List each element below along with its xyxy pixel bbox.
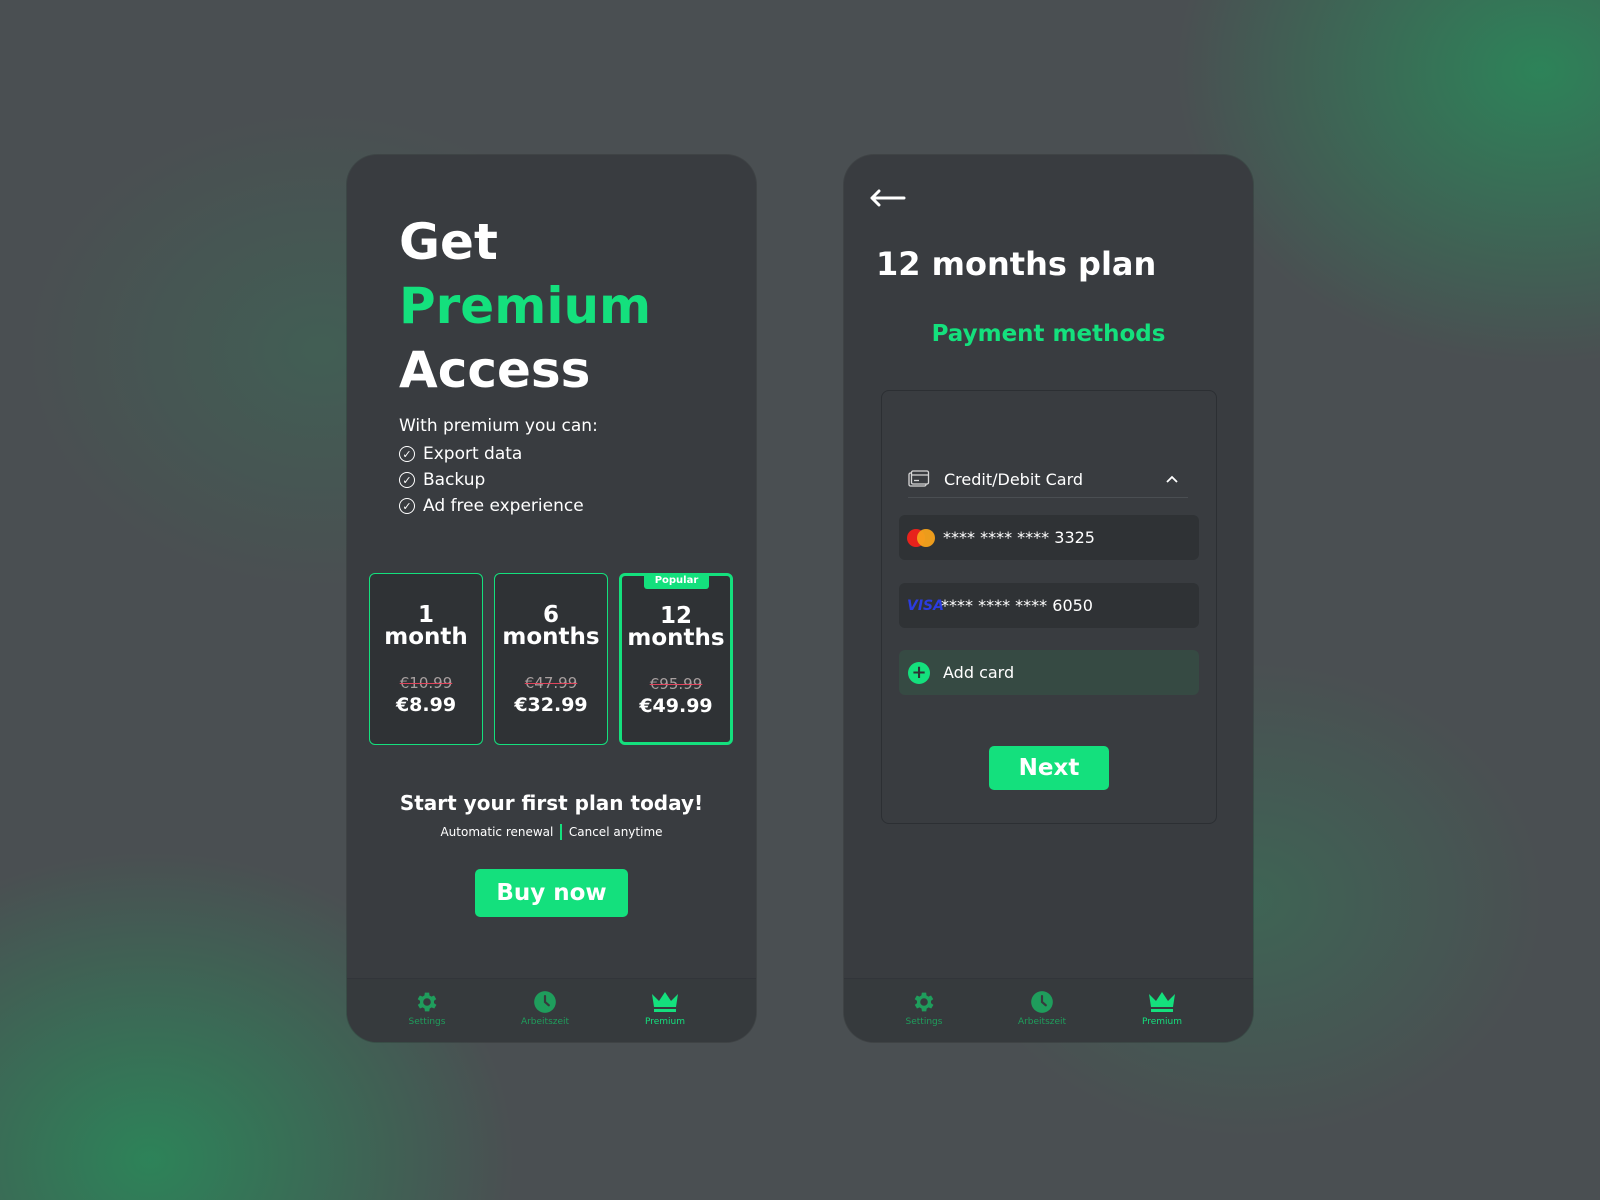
plan-old-price: €95.99 (649, 674, 703, 693)
crown-icon (652, 992, 678, 1012)
plan-duration-unit: months (627, 624, 725, 651)
credit-card-icon (908, 470, 930, 487)
nav-item-premium[interactable]: Premium (1122, 989, 1202, 1027)
hero-title-line-3: Access (399, 341, 591, 399)
check-circle-icon: ✓ (399, 446, 415, 462)
plan-card-6-months[interactable]: 6 months €47.99 €32.99 (494, 573, 608, 745)
plan-duration-number: 1 (417, 602, 434, 628)
page-title: 12 months plan (876, 245, 1157, 283)
mastercard-icon (907, 528, 935, 547)
hero-title-line-2: Premium (399, 277, 652, 335)
payment-screen: 12 months plan Payment methods Credit/De… (844, 155, 1253, 1042)
plan-duration-unit: month (384, 624, 468, 650)
payment-methods-panel: Credit/Debit Card **** **** **** 3325 VI… (881, 390, 1217, 824)
benefit-label: Ad free experience (423, 496, 584, 516)
add-card-button[interactable]: + Add card (899, 650, 1199, 695)
gear-icon (417, 992, 437, 1012)
nav-label: Premium (1141, 1017, 1183, 1027)
benefit-label: Backup (423, 470, 486, 490)
plan-duration: 6 months (495, 602, 607, 650)
add-card-label: Add card (943, 663, 1015, 682)
benefits-intro: With premium you can: (399, 416, 598, 436)
back-arrow-icon[interactable] (868, 188, 906, 208)
plan-card-1-month[interactable]: 1 month €10.99 €8.99 (369, 573, 483, 745)
card-number: **** **** **** 3325 (943, 528, 1095, 547)
nav-item-arbeitszeit[interactable]: Arbeitszeit (505, 989, 585, 1027)
plan-price: €32.99 (514, 694, 588, 716)
plan-old-price: €10.99 (399, 674, 453, 692)
benefit-item: ✓ Backup (399, 470, 485, 490)
plan-price: €49.99 (639, 694, 713, 717)
plan-duration: 12 months (622, 602, 730, 651)
plan-old-price: €47.99 (524, 674, 578, 692)
nav-item-settings[interactable]: Settings (387, 989, 467, 1027)
nav-item-arbeitszeit[interactable]: Arbeitszeit (1002, 989, 1082, 1027)
buy-now-button[interactable]: Buy now (475, 869, 628, 917)
nav-label: Settings (408, 1017, 446, 1027)
plan-duration: 1 month (370, 602, 482, 650)
next-button[interactable]: Next (989, 746, 1109, 790)
payment-methods-title: Payment methods (931, 321, 1166, 347)
divider (908, 497, 1188, 498)
nav-label: Arbeitszeit (520, 1017, 570, 1027)
plus-circle-icon: + (908, 661, 930, 684)
plan-price: €8.99 (395, 694, 457, 716)
note-divider (560, 824, 562, 840)
benefit-item: ✓ Export data (399, 444, 522, 464)
crown-icon (1149, 992, 1175, 1012)
plan-duration-unit: months (502, 624, 600, 650)
nav-label: Settings (905, 1017, 943, 1027)
chevron-up-icon (1166, 472, 1178, 486)
plan-card-12-months[interactable]: Popular 12 months €95.99 €49.99 (619, 573, 733, 745)
premium-screen: Get Premium Access With premium you can:… (347, 155, 756, 1042)
clock-icon (534, 991, 556, 1013)
saved-card-mastercard[interactable]: **** **** **** 3325 (899, 515, 1199, 560)
check-circle-icon: ✓ (399, 498, 415, 514)
cancel-anytime-note: Cancel anytime (568, 825, 663, 839)
saved-card-visa[interactable]: VISA **** **** **** 6050 (899, 583, 1199, 628)
nav-item-premium[interactable]: Premium (625, 989, 705, 1027)
nav-item-settings[interactable]: Settings (884, 989, 964, 1027)
bottom-nav: Settings Arbeitszeit Premium (347, 978, 756, 1042)
benefit-item: ✓ Ad free experience (399, 496, 584, 516)
clock-icon (1031, 991, 1053, 1013)
plan-duration-number: 6 (542, 602, 559, 628)
cta-title: Start your first plan today! (399, 791, 704, 815)
nav-label: Arbeitszeit (1017, 1017, 1067, 1027)
popular-badge: Popular (644, 573, 709, 589)
check-circle-icon: ✓ (399, 472, 415, 488)
credit-card-accordion[interactable]: Credit/Debit Card (908, 459, 1188, 499)
hero-title-line-1: Get (399, 213, 498, 271)
cta-notes: Automatic renewal Cancel anytime (347, 824, 756, 840)
nav-label: Premium (644, 1017, 686, 1027)
bottom-nav: Settings Arbeitszeit Premium (844, 978, 1253, 1042)
visa-icon: VISA (907, 597, 944, 614)
plan-duration-number: 12 (659, 602, 692, 629)
card-number: **** **** **** 6050 (941, 596, 1093, 615)
auto-renewal-note: Automatic renewal (440, 825, 554, 839)
gear-icon (914, 992, 934, 1012)
benefit-label: Export data (423, 444, 523, 464)
payment-method-label: Credit/Debit Card (944, 469, 1084, 489)
